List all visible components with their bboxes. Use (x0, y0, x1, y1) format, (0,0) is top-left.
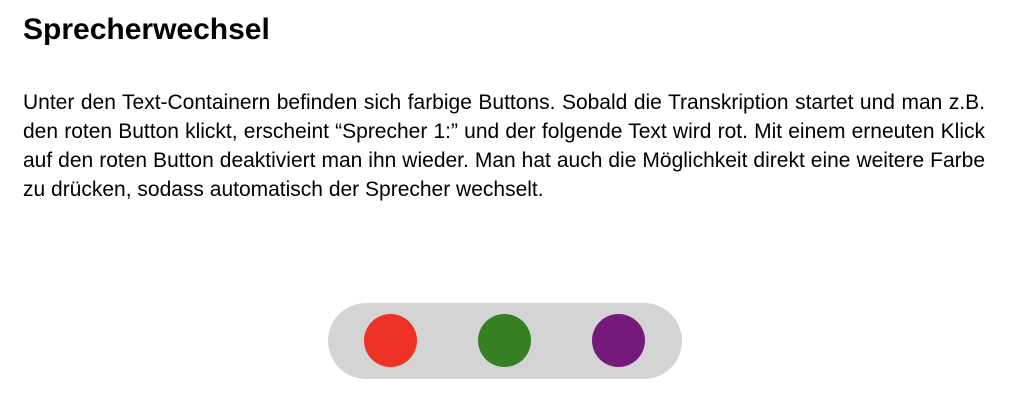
speaker-button-purple[interactable] (592, 314, 645, 367)
document-page: Sprecherwechsel Unter den Text-Container… (23, 0, 985, 204)
description-paragraph: Unter den Text-Containern befinden sich … (23, 91, 985, 201)
speaker-button-red[interactable] (364, 314, 417, 367)
speaker-button-bar (328, 303, 682, 379)
speaker-button-green[interactable] (478, 314, 531, 367)
page-title: Sprecherwechsel (23, 13, 270, 46)
